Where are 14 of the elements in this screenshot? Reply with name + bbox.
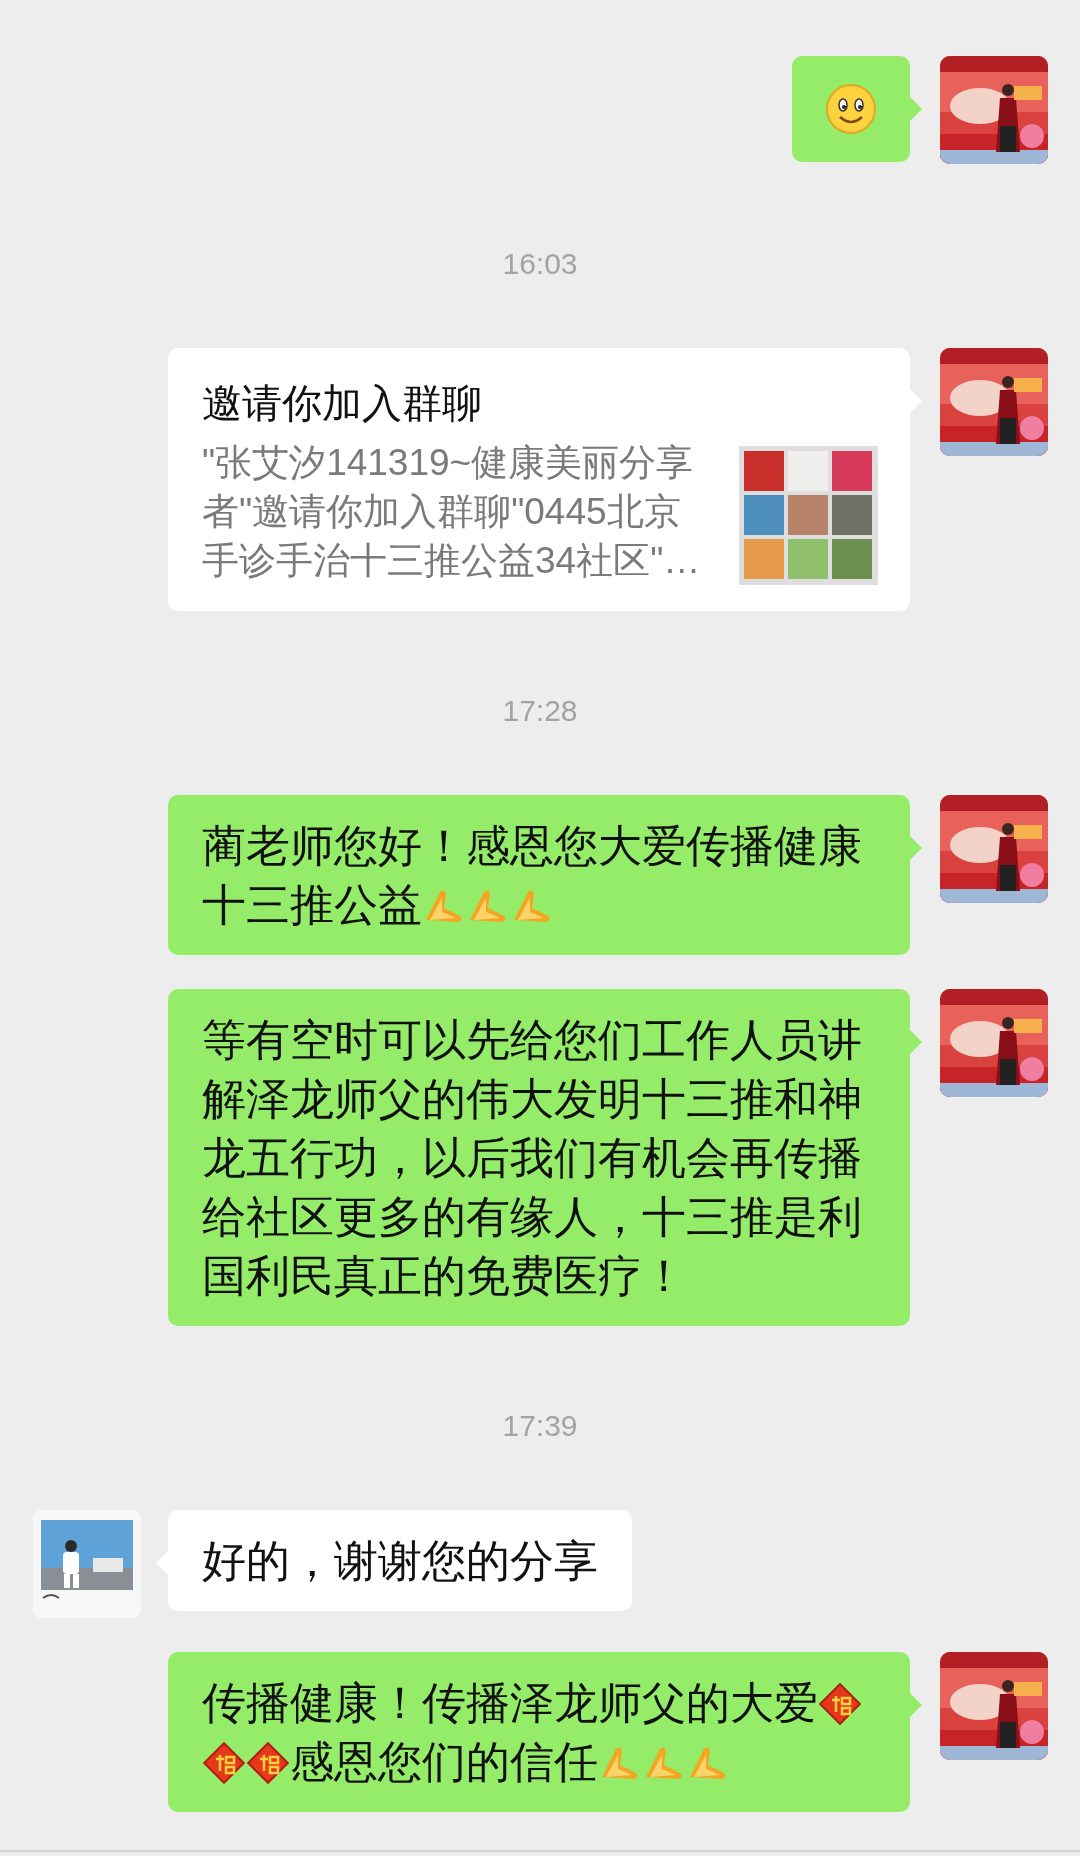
card-description: "张艾汐141319~健康美丽分享者"邀请你加入群聊"0445北京手诊手治十三推公益34社区"… [202, 441, 702, 583]
message-bubble: 蔺老师您好！感恩您大爱传播健康十三推公益 [168, 795, 910, 955]
timestamp: 17:39 [502, 1408, 578, 1444]
card-title: 邀请你加入群聊 [202, 380, 483, 427]
bubble-tail [910, 836, 922, 860]
bubble-tail [910, 1030, 922, 1054]
timestamp: 17:28 [502, 693, 578, 729]
message-bubble: 等有空时可以先给您们工作人员讲解泽龙师父的伟大发明十三推和神龙五行功，以后我们有机会再传播给社区更多的有缘人，十三推是利国利民真正的免费医疗！ [168, 989, 910, 1326]
timestamp: 16:03 [502, 246, 578, 282]
smile-icon [825, 83, 877, 135]
bubble-tail [910, 1693, 922, 1717]
invite-card[interactable]: 邀请你加入群聊 "张艾汐141319~健康美丽分享者"邀请你加入群聊"0445北京手诊手治十三推公益34社区"… [168, 348, 910, 611]
message-bubble: 传播健康！传播泽龙师父的大爱 感恩您们的信任 [168, 1652, 910, 1812]
message-bubble: 好的，谢谢您的分享 [168, 1510, 632, 1611]
